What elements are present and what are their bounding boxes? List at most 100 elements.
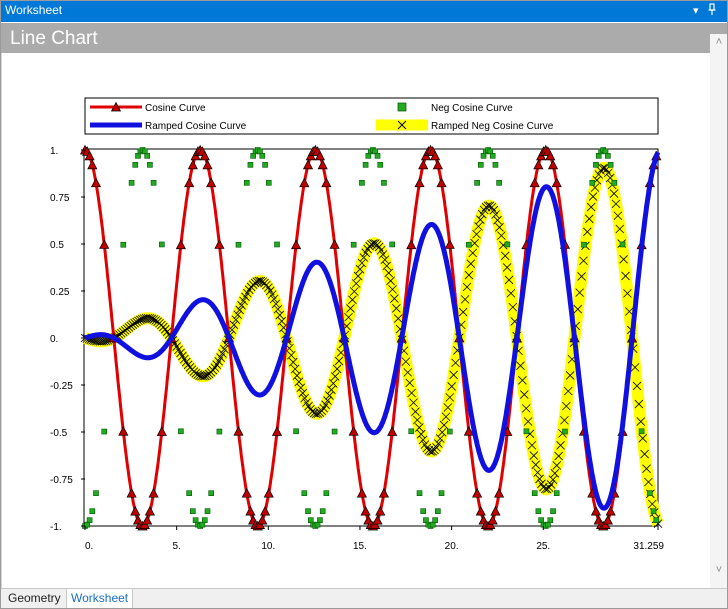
marker-triangle bbox=[299, 177, 310, 188]
marker-square bbox=[86, 517, 93, 523]
y-tick-label: 1. bbox=[50, 146, 58, 157]
marker-square bbox=[550, 508, 556, 514]
y-tick-label: 0. bbox=[50, 334, 58, 345]
marker-square bbox=[93, 490, 99, 496]
bottom-tabbar: Geometry Worksheet bbox=[0, 588, 728, 609]
marker-square bbox=[132, 162, 139, 168]
marker-triangle bbox=[490, 505, 501, 516]
marker-square bbox=[216, 428, 223, 435]
marker-square bbox=[331, 428, 338, 435]
marker-square bbox=[147, 162, 153, 168]
marker-square bbox=[301, 490, 308, 496]
tab-worksheet[interactable]: Worksheet bbox=[66, 589, 134, 609]
marker-triangle bbox=[233, 426, 244, 436]
marker-triangle bbox=[436, 177, 447, 188]
marker-triangle bbox=[90, 177, 102, 188]
marker-square bbox=[477, 162, 484, 168]
marker-square bbox=[128, 180, 135, 186]
marker-triangle bbox=[475, 505, 486, 516]
marker-triangle bbox=[406, 239, 417, 250]
marker-square bbox=[359, 180, 365, 186]
marker-triangle bbox=[418, 159, 429, 170]
marker-square bbox=[243, 180, 250, 186]
marker-square bbox=[496, 180, 502, 186]
marker-triangle bbox=[551, 177, 562, 188]
marker-triangle bbox=[302, 159, 314, 170]
marker-square bbox=[89, 508, 96, 514]
marker-square bbox=[638, 428, 645, 435]
marker-triangle bbox=[184, 177, 195, 188]
marker-square bbox=[535, 508, 542, 514]
marker-square bbox=[438, 490, 445, 496]
plot-area bbox=[79, 144, 664, 531]
marker-square bbox=[120, 241, 127, 248]
marker-triangle bbox=[348, 426, 359, 436]
marker-triangle bbox=[590, 505, 602, 516]
marker-triangle bbox=[290, 239, 302, 250]
marker-triangle bbox=[148, 487, 159, 498]
marker-triangle bbox=[245, 505, 256, 516]
marker-square bbox=[190, 508, 196, 514]
marker-square bbox=[150, 180, 157, 186]
x-tick-label: 5. bbox=[172, 541, 180, 552]
marker-triangle bbox=[494, 487, 505, 498]
marker-triangle bbox=[602, 514, 613, 525]
marker-triangle bbox=[372, 514, 383, 525]
marker-square bbox=[647, 490, 653, 496]
marker-square bbox=[262, 162, 268, 168]
y-tick-label: -0.75 bbox=[50, 475, 73, 486]
marker-triangle bbox=[529, 177, 540, 188]
marker-triangle bbox=[533, 159, 544, 170]
y-tick-label: -0.5 bbox=[50, 428, 68, 439]
y-tick-label: 0.5 bbox=[50, 240, 64, 251]
marker-square bbox=[350, 241, 357, 248]
x-tick-label: 0. bbox=[85, 541, 93, 552]
y-tick-label: 0.25 bbox=[50, 287, 70, 298]
marker-square bbox=[204, 508, 211, 514]
marker-triangle bbox=[444, 239, 455, 249]
marker-triangle bbox=[317, 159, 328, 170]
marker-triangle bbox=[187, 159, 198, 170]
marker-square bbox=[186, 490, 192, 496]
marker-square bbox=[208, 490, 214, 496]
x-tick-label: 15. bbox=[353, 541, 367, 552]
marker-triangle bbox=[257, 514, 268, 525]
marker-square bbox=[374, 153, 381, 159]
marker-triangle bbox=[118, 426, 129, 436]
marker-square bbox=[531, 490, 538, 496]
legend-label: Cosine Curve bbox=[145, 103, 206, 114]
marker-square bbox=[446, 428, 453, 435]
marker-square bbox=[420, 508, 426, 514]
marker-square bbox=[305, 508, 311, 514]
marker-triangle bbox=[263, 487, 274, 498]
y-tick-label: -1. bbox=[50, 522, 62, 533]
marker-triangle bbox=[472, 487, 483, 498]
marker-square bbox=[201, 517, 208, 523]
marker-square bbox=[492, 162, 499, 168]
marker-square bbox=[416, 490, 423, 496]
marker-square bbox=[381, 180, 387, 186]
marker-square bbox=[389, 241, 395, 248]
marker-triangle bbox=[360, 505, 371, 516]
marker-square bbox=[653, 517, 660, 523]
marker-square bbox=[589, 180, 596, 186]
tab-geometry[interactable]: Geometry bbox=[4, 589, 65, 609]
marker-square bbox=[466, 241, 472, 248]
marker-square bbox=[611, 180, 618, 186]
marker-triangle bbox=[414, 177, 425, 188]
y-tick-label: 0.75 bbox=[50, 193, 70, 204]
marker-triangle bbox=[260, 505, 271, 516]
marker-square bbox=[247, 162, 254, 168]
marker-triangle bbox=[206, 177, 217, 188]
marker-square bbox=[562, 428, 568, 435]
marker-square bbox=[144, 153, 150, 159]
marker-triangle bbox=[142, 514, 153, 525]
marker-triangle bbox=[378, 487, 390, 498]
legend-marker-square bbox=[397, 102, 407, 112]
marker-triangle bbox=[99, 239, 110, 249]
marker-square bbox=[605, 153, 611, 159]
marker-square bbox=[319, 508, 326, 514]
marker-triangle bbox=[547, 159, 559, 170]
marker-triangle bbox=[321, 177, 332, 188]
marker-triangle bbox=[432, 159, 443, 170]
